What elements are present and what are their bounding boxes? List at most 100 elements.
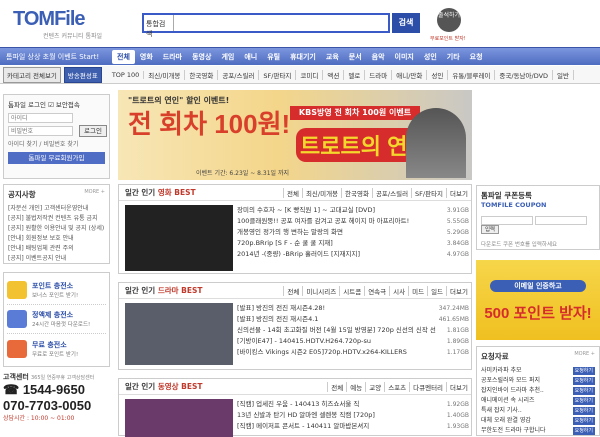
join-button[interactable]: 톰파일 무료회원가입 [8, 152, 105, 164]
tab[interactable]: 시트콤 [339, 285, 364, 296]
list-item[interactable]: 신의선물 - 14회 초고화질 버전 [4월 15일 방영분] 720p 신선의… [237, 325, 469, 336]
nav-item[interactable]: 유틸 [262, 52, 285, 62]
find-account-link[interactable]: 아이디 찾기 / 비밀번호 찾기 [8, 139, 105, 148]
tab[interactable]: 전체 [282, 187, 302, 198]
nav-item[interactable]: 전체 [112, 49, 135, 64]
tab[interactable]: 다큐멘터리 [409, 381, 446, 392]
subnav-item[interactable]: 공포/스릴러 [218, 69, 260, 80]
tab[interactable]: 최신/미개봉 [301, 187, 341, 198]
search-type-select[interactable]: 통합검색 [144, 15, 174, 38]
tab[interactable]: 전체 [327, 381, 346, 392]
nav-item[interactable]: 기타 [442, 52, 465, 62]
drama-thumbnail[interactable] [125, 303, 233, 365]
tab[interactable]: 전체 [283, 285, 302, 296]
list-item[interactable]: [발표] 방진의 전진 재시즌4.28! 347.24MB [237, 303, 469, 314]
tab[interactable]: 미니시리즈 [302, 285, 339, 296]
nav-item[interactable]: 애니 [239, 52, 262, 62]
email-event-banner[interactable]: 이메일 인증하고 500 포인트 받자! [476, 260, 600, 340]
nav-item[interactable]: 교육 [321, 52, 344, 62]
list-item[interactable]: 사미카라파 추모 요청하기 [481, 366, 595, 376]
tab[interactable]: 시사 [389, 285, 408, 296]
list-item[interactable]: 공포스릴러와 모드 퍼지 요청하기 [481, 376, 595, 386]
subnav-item[interactable]: 액션 [323, 69, 345, 80]
nav-item[interactable]: 휴대기기 [285, 52, 321, 62]
list-item[interactable]: 장미의 수호자 ~ [K 빵직원 1] ~ 고대교실 [DVD] 3.91GB [237, 205, 469, 216]
login-button[interactable]: 로그인 [79, 125, 107, 137]
subnav-item[interactable]: 일반 [553, 69, 575, 80]
notice-item[interactable]: [안내] 배팅업체 관련 주의 [8, 244, 105, 254]
list-item[interactable]: 13년 신발과 탄기 HD 알마엔 셀렌봉 직캠 [720p] 1.40GB [237, 410, 469, 421]
nav-item[interactable]: 이미지 [390, 52, 419, 62]
search-input[interactable] [174, 15, 388, 31]
video-thumbnail[interactable] [125, 399, 233, 437]
tab[interactable]: 연속극 [364, 285, 389, 296]
subnav-item[interactable]: 한국영화 [185, 69, 219, 80]
tab[interactable]: 더보기 [446, 285, 471, 296]
coupon-submit-button[interactable]: 입력 [481, 224, 499, 234]
list-item[interactable]: 잡지인바이 드라마 추천.. 요청하기 [481, 386, 595, 396]
search-box[interactable]: 통합검색 [142, 13, 390, 38]
tab[interactable]: 스포츠 [384, 381, 409, 392]
notice-item[interactable]: [공지] 원활한 이용안내 및 공지 (상세) [8, 224, 105, 234]
list-item[interactable]: 무한도전 드라마 구합니다 요청하기 [481, 426, 595, 436]
attendance-stamp-icon[interactable]: 출석하기 [437, 8, 461, 32]
list-item[interactable]: [기방이E47] - 140415.HDTV.H264.720p-su 1.89G… [237, 336, 469, 347]
notice-item[interactable]: [자분선 개인] 고객센터운영안내 [8, 204, 105, 214]
point-charge-link[interactable]: 포인트 충전소 보너스 포인트 받기! [7, 276, 106, 305]
list-item[interactable]: [발표] 방진의 전진 재시즌4.1 461.65MB [237, 314, 469, 325]
subnav-item[interactable]: 최신/미개봉 [144, 69, 186, 80]
nav-item[interactable]: 게임 [216, 52, 239, 62]
list-item[interactable]: 애니메이션 속 시리즈 요청하기 [481, 396, 595, 406]
list-item[interactable]: [바이킹스 Vikings 시즌2 E05]720p.HDTV.x264-KIL… [237, 347, 469, 358]
tab[interactable]: 더보기 [446, 381, 471, 392]
tab[interactable]: 예능 [346, 381, 365, 392]
subnav-item[interactable]: TOP 100 [108, 70, 145, 79]
subnav-item[interactable]: 코미디 [296, 69, 324, 80]
subnav-item[interactable]: SF/판타지 [259, 69, 297, 80]
subnav-item[interactable]: 드라마 [365, 69, 393, 80]
category-all-button[interactable]: 카테고리 전체보기 [3, 66, 61, 83]
list-item[interactable]: 100클래원뚱!! 공포 여자를 감겨고 공포 헤이지 마 아프리아트! 5.55… [237, 216, 469, 227]
coupon-input-1[interactable] [481, 215, 533, 225]
event-banner[interactable]: "트로트의 연인" 할인 이벤트! 전 회차 100원! KBS방영 전 회차 … [118, 90, 472, 180]
notice-item[interactable]: [공지] 불법저작권 컨텐츠 유통 금지 [8, 214, 105, 224]
subnav-item[interactable]: 애니/만화 [392, 69, 428, 80]
request-more-link[interactable]: MORE + [574, 351, 595, 357]
list-item[interactable]: [직캠] 업세진 우움 - 140413 히즈쇼서울 직 1.92GB [237, 399, 469, 410]
notice-item[interactable]: [공지] 이벤트공지 안내 [8, 254, 105, 264]
list-item[interactable]: 대체 오래 완결 영감 요청하기 [481, 416, 595, 426]
nav-item[interactable]: 동영상 [187, 52, 216, 62]
free-charge-link[interactable]: 무료 충전소 무료로 포인트 받기! [7, 334, 106, 363]
nav-item[interactable]: 음악 [367, 52, 390, 62]
flatrate-charge-link[interactable]: 정액제 충전소 24시간 마음껏 다운로드! [7, 305, 106, 334]
tab[interactable]: 한국영화 [341, 187, 372, 198]
notice-more-link[interactable]: MORE + [84, 189, 105, 195]
nav-item[interactable]: 요청 [465, 52, 488, 62]
notice-item[interactable]: [안내] 회원정보 보호 안내 [8, 234, 105, 244]
password-field[interactable] [8, 126, 73, 136]
nav-promo[interactable]: 톰파일 상상 초월 이벤트 Start! [0, 52, 112, 62]
subnav-item[interactable]: 멜로 [344, 69, 366, 80]
tab[interactable]: 교양 [365, 381, 384, 392]
nav-item[interactable]: 드라마 [158, 52, 187, 62]
tab[interactable]: 일드 [427, 285, 446, 296]
nav-item[interactable]: 성인 [419, 52, 442, 62]
subnav-item[interactable]: 성인 [427, 69, 449, 80]
tab[interactable]: SF/판타지 [411, 187, 446, 198]
subnav-item[interactable]: 유통/블루레이 [448, 69, 496, 80]
tab[interactable]: 공포/스릴러 [371, 187, 411, 198]
list-item[interactable]: 2014년 -(중량) -BRrip 흘러이드 [지재지지] 4.97GB [237, 249, 469, 260]
tab[interactable]: 미드 [408, 285, 427, 296]
subnav-item[interactable]: 중국/동남아/DVD [495, 69, 554, 80]
schedule-button[interactable]: 방송편성표 [63, 66, 102, 83]
tab[interactable]: 더보기 [446, 187, 471, 198]
list-item[interactable]: 특새 잡지 기사.. 요청하기 [481, 406, 595, 416]
movie-thumbnail[interactable] [125, 205, 233, 271]
list-item[interactable]: 720p.BRrip [S F - 순 쿨 쿨 지재] 3.84GB [237, 238, 469, 249]
search-button[interactable]: 검색 [392, 13, 420, 33]
nav-item[interactable]: 영화 [135, 52, 158, 62]
nav-item[interactable]: 문서 [344, 52, 367, 62]
list-item[interactable]: [직캠] 메이저프 콘서트 - 140411 알마밥본셔지 1.93GB [237, 421, 469, 432]
id-field[interactable] [8, 113, 73, 123]
site-logo[interactable]: TOMFile [13, 8, 86, 31]
